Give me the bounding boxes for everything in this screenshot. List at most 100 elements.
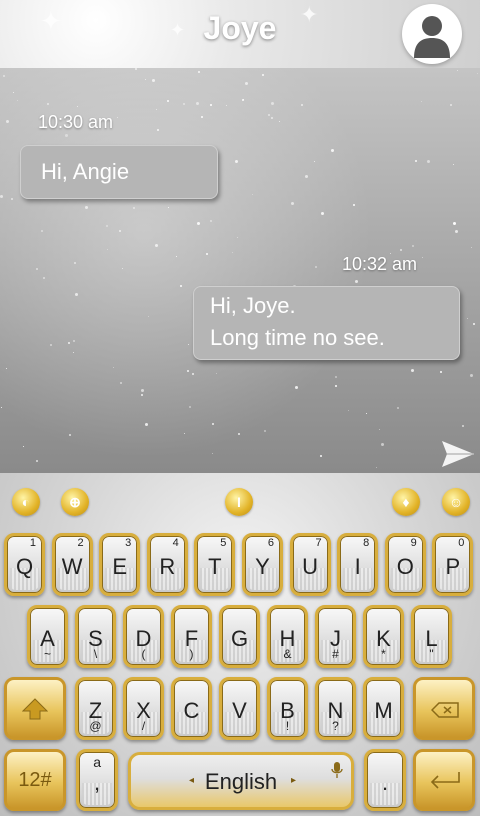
snow-speck: [462, 425, 464, 427]
key-symbol-label: ~: [43, 647, 51, 661]
send-icon[interactable]: [441, 439, 475, 469]
key-h[interactable]: H &: [267, 605, 308, 668]
snow-speck: [36, 460, 38, 462]
key-a[interactable]: A ~: [27, 605, 68, 668]
key-p[interactable]: 0P: [432, 533, 474, 596]
comma-key-sub: a: [93, 754, 101, 770]
key-n[interactable]: N?: [315, 677, 356, 740]
key-x[interactable]: X /: [123, 677, 164, 740]
key-s[interactable]: S \: [75, 605, 116, 668]
key-z[interactable]: Z @: [75, 677, 116, 740]
snow-speck: [271, 117, 273, 119]
smiley-icon[interactable]: ☺: [442, 488, 470, 516]
snow-speck: [119, 230, 121, 232]
snow-speck: [3, 75, 5, 77]
snow-speck: [412, 245, 414, 247]
enter-key[interactable]: [413, 749, 475, 811]
snow-speck: [77, 106, 78, 107]
key-l[interactable]: L ": [411, 605, 452, 668]
backspace-icon: [431, 702, 459, 718]
snow-speck: [279, 121, 280, 122]
key-c[interactable]: C: [171, 677, 212, 740]
key-v[interactable]: V: [219, 677, 260, 740]
snow-speck: [47, 103, 49, 105]
key-label: W: [61, 554, 83, 579]
snow-speck: [400, 249, 402, 251]
snow-speck: [397, 407, 399, 409]
snow-speck: [455, 230, 458, 233]
globe-icon[interactable]: ⊕: [61, 488, 89, 516]
snow-speck: [291, 202, 294, 205]
snow-speck: [167, 100, 169, 102]
snow-speck: [467, 318, 468, 319]
key-y[interactable]: 6Y: [242, 533, 283, 596]
snow-speck: [23, 446, 24, 447]
key-r[interactable]: 4R: [146, 533, 188, 596]
period-key[interactable]: .: [364, 749, 406, 811]
snow-speck: [85, 206, 88, 209]
cursor-edit-icon[interactable]: I: [225, 488, 253, 516]
snow-speck: [75, 293, 78, 296]
contact-avatar[interactable]: [402, 4, 462, 64]
key-d[interactable]: D(: [123, 605, 164, 668]
snow-speck: [188, 344, 189, 345]
snow-speck: [106, 225, 108, 227]
key-j[interactable]: J #: [315, 605, 356, 668]
snow-speck: [41, 230, 43, 232]
key-b[interactable]: B!: [267, 677, 308, 740]
snow-speck: [252, 194, 253, 195]
snow-speck: [6, 368, 7, 369]
snow-speck: [180, 285, 182, 287]
theme-shirt-icon[interactable]: ♦: [392, 488, 420, 516]
snow-speck: [376, 467, 377, 468]
snow-speck: [6, 120, 9, 123]
key-m[interactable]: M: [363, 677, 404, 740]
shift-key[interactable]: [4, 677, 66, 740]
key-secondary-label: 7: [315, 537, 322, 549]
key-label: Y: [255, 554, 270, 579]
key-secondary-label: 6: [267, 537, 274, 549]
snow-speck: [73, 352, 74, 353]
backspace-key[interactable]: [413, 677, 475, 740]
snow-speck: [421, 101, 422, 102]
key-o[interactable]: 9O: [384, 533, 426, 596]
emoji-app-icon[interactable]: ◐: [12, 488, 40, 516]
keyboard: ◐ ⊕ I ♦ ☺ 1Q2W3E4R5T6Y7U8I9O0P A ~ S \ D(F) G…: [0, 473, 480, 816]
snow-speck: [453, 222, 456, 225]
snow-speck: [216, 373, 217, 374]
comma-key[interactable]: a ,: [76, 749, 118, 811]
key-t[interactable]: 5T: [194, 533, 236, 596]
snow-speck: [152, 79, 155, 82]
snow-speck: [242, 99, 244, 101]
snow-speck: [113, 367, 114, 368]
microphone-icon[interactable]: [331, 761, 343, 779]
incoming-message-bubble[interactable]: Hi, Angie: [20, 145, 218, 199]
snow-speck: [50, 344, 52, 346]
conversation-area[interactable]: 10:30 am Hi, Angie 10:32 am Hi, Joye. Lo…: [0, 68, 480, 473]
key-label: U: [302, 554, 319, 579]
snow-speck: [237, 237, 238, 238]
snow-speck: [411, 369, 414, 372]
key-u[interactable]: 7U: [289, 533, 331, 596]
space-key[interactable]: ◂ English ▸: [128, 752, 354, 810]
snow-speck: [271, 102, 274, 105]
snow-speck: [450, 104, 452, 106]
symbols-key[interactable]: 12#: [4, 749, 66, 811]
key-k[interactable]: K *: [363, 605, 404, 668]
key-e[interactable]: 3E: [99, 533, 141, 596]
snow-speck: [157, 129, 159, 131]
outgoing-message-bubble[interactable]: Hi, Joye. Long time no see.: [193, 286, 460, 360]
key-secondary-label: 0: [458, 537, 465, 549]
snow-speck: [210, 220, 212, 222]
key-f[interactable]: F): [171, 605, 212, 668]
key-i[interactable]: 8I: [337, 533, 379, 596]
key-symbol-label: \: [93, 647, 98, 661]
snow-speck: [43, 277, 45, 279]
person-icon: [414, 16, 450, 58]
key-g[interactable]: G: [219, 605, 260, 668]
snow-speck: [453, 164, 454, 165]
snow-speck: [320, 455, 322, 457]
key-q[interactable]: 1Q: [4, 533, 45, 596]
key-w[interactable]: 2W: [51, 533, 93, 596]
snow-speck: [122, 268, 123, 269]
